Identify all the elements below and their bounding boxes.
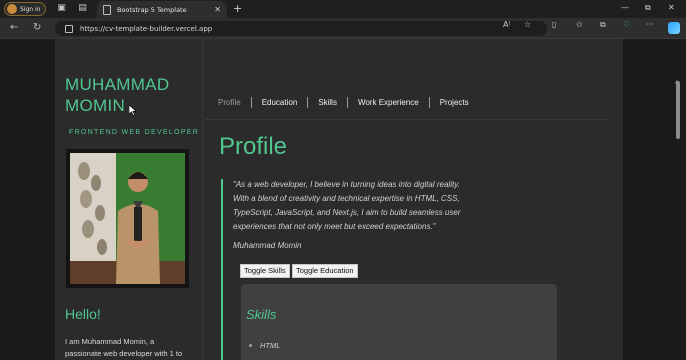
nav-link-work-experience[interactable]: Work Experience xyxy=(346,96,429,108)
quote-line-1: "As a web developer, I believe in turnin… xyxy=(233,180,460,189)
sidebar: MUHAMMAD MOMIN FRONTEND WEB DEVELOPER He… xyxy=(55,39,203,360)
back-icon[interactable]: ← xyxy=(10,22,18,34)
nav-link-skills[interactable]: Skills xyxy=(307,96,347,108)
profile-photo-image xyxy=(70,153,185,284)
page-viewport: MUHAMMAD MOMIN FRONTEND WEB DEVELOPER He… xyxy=(0,39,686,360)
window-close-icon[interactable]: ✕ xyxy=(668,3,675,12)
profile-quote: "As a web developer, I believe in turnin… xyxy=(233,178,473,234)
scrollbar-thumb[interactable] xyxy=(676,81,680,139)
skills-title: Skills xyxy=(246,307,277,322)
restore-icon[interactable]: ⧉ xyxy=(645,3,651,13)
intro-line-1: I am Muhammad Momin, a xyxy=(65,337,155,346)
skill-label: HTML xyxy=(260,341,281,350)
mouse-cursor-icon xyxy=(129,105,137,116)
nav-divider xyxy=(205,119,609,120)
intro-text: I am Muhammad Momin, a passionate web de… xyxy=(65,336,193,360)
section-title: Profile xyxy=(219,133,288,160)
close-icon[interactable]: ✕ xyxy=(214,5,221,14)
workspaces-icon[interactable]: ▣ xyxy=(56,3,67,14)
profile-avatar-icon xyxy=(7,4,17,14)
read-aloud-icon[interactable]: A⁾ xyxy=(503,20,510,29)
bullet-icon xyxy=(249,344,252,347)
name-line-2: MOMIN xyxy=(65,96,126,115)
lock-icon xyxy=(65,24,73,33)
tab-title: Bootstrap 5 Template xyxy=(117,5,187,14)
url-text: https://cv-template-builder.vercel.app xyxy=(80,24,213,33)
more-icon[interactable]: ··· xyxy=(646,20,654,29)
section-nav: Profile Education Skills Work Experience… xyxy=(218,96,479,108)
address-bar[interactable]: https://cv-template-builder.vercel.app xyxy=(55,21,547,36)
tab-active[interactable]: Bootstrap 5 Template ✕ xyxy=(97,1,227,18)
minimize-icon[interactable]: — xyxy=(621,3,629,12)
cv-page: MUHAMMAD MOMIN FRONTEND WEB DEVELOPER He… xyxy=(55,39,623,360)
browser-essentials-icon[interactable]: ♡ xyxy=(623,20,630,29)
hello-heading: Hello! xyxy=(65,306,101,322)
document-icon xyxy=(103,4,111,15)
split-screen-icon[interactable]: ▯ xyxy=(552,20,556,29)
intro-line-2: passionate web developer with 1 to xyxy=(65,349,183,358)
role-title: FRONTEND WEB DEVELOPER xyxy=(69,129,200,136)
profile-label: Sign in xyxy=(20,5,41,13)
new-tab-icon[interactable]: + xyxy=(233,3,242,14)
nav-link-profile[interactable]: Profile xyxy=(218,97,251,108)
collections-icon[interactable]: ⧉ xyxy=(600,20,606,30)
name-line-1: MUHAMMAD xyxy=(65,75,170,94)
tab-actions-icon[interactable]: ▤ xyxy=(77,3,88,14)
favorite-icon[interactable]: ☆ xyxy=(524,20,531,29)
toggle-education-button[interactable]: Toggle Education xyxy=(292,264,358,278)
quote-accent-bar xyxy=(221,179,223,360)
quote-line-3: TypeScript, JavaScript, and Next.js, I a… xyxy=(233,208,461,217)
quote-author: Muhammad Momin xyxy=(233,241,302,250)
tab-strip: Sign in ▣ ▤ Bootstrap 5 Template ✕ + — ⧉… xyxy=(0,0,686,18)
profile-button[interactable]: Sign in xyxy=(4,2,46,16)
skills-card: Skills HTML xyxy=(241,284,557,360)
copilot-icon[interactable] xyxy=(668,22,680,34)
skill-item: HTML xyxy=(249,341,280,350)
toggle-skills-button[interactable]: Toggle Skills xyxy=(240,264,290,278)
refresh-icon[interactable]: ↻ xyxy=(33,22,41,34)
quote-line-4: experiences that not only meet but excee… xyxy=(233,222,436,231)
profile-photo xyxy=(66,149,189,288)
nav-link-education[interactable]: Education xyxy=(250,96,308,108)
quote-line-2: With a blend of creativity and technical… xyxy=(233,194,460,203)
name-heading: MUHAMMAD MOMIN xyxy=(65,74,169,116)
favorites-icon[interactable]: ✩ xyxy=(576,20,583,29)
nav-link-projects[interactable]: Projects xyxy=(428,96,479,108)
browser-toolbar: ← ↻ https://cv-template-builder.vercel.a… xyxy=(0,18,686,39)
